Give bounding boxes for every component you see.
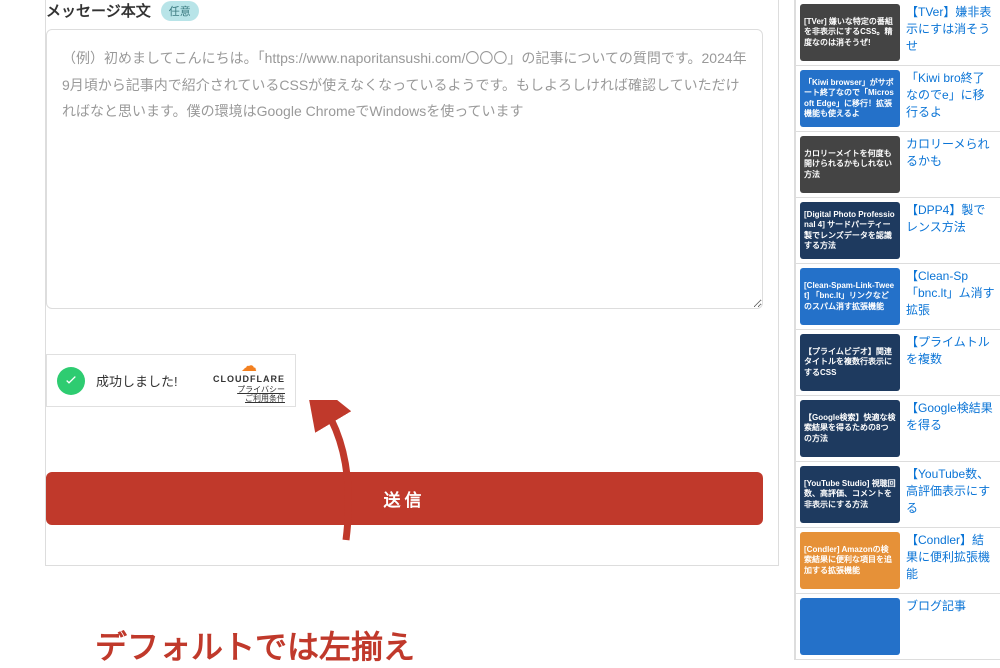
sidebar-thumbnail: 【プライムビデオ】関連タイトルを複数行表示にするCSS: [800, 334, 900, 391]
thumbnail-text: [Condler] Amazonの検索結果に便利な項目を追加する拡張機能: [804, 545, 896, 576]
thumbnail-text: 【Google検索】快適な検索結果を得るための8つの方法: [804, 413, 896, 444]
sidebar-thumbnail: カロリーメイトを何度も開けられるかもしれない方法: [800, 136, 900, 193]
sidebar-link-text[interactable]: 【TVer】嫌非表示にすは消そうせ: [906, 4, 996, 61]
sidebar-item[interactable]: [Digital Photo Professional 4] サードパーティー製…: [796, 198, 1000, 264]
sidebar-item[interactable]: [Condler] Amazonの検索結果に便利な項目を追加する拡張機能【Con…: [796, 528, 1000, 594]
sidebar-item[interactable]: 【プライムビデオ】関連タイトルを複数行表示にするCSS 【プライムトルを複数: [796, 330, 1000, 396]
cloudflare-success-text: 成功しました!: [96, 371, 178, 390]
sidebar-link-text[interactable]: 【Condler】結果に便利拡張機能: [906, 532, 996, 589]
sidebar-thumbnail: [YouTube Studio] 視聴回数、高評価、コメントを非表示にする方法: [800, 466, 900, 523]
thumbnail-text: 「Kiwi browser」がサポート終了なので「Microsoft Edge」…: [804, 78, 896, 120]
sidebar-thumbnail: [800, 598, 900, 655]
thumbnail-text: 【プライムビデオ】関連タイトルを複数行表示にするCSS: [804, 347, 896, 378]
sidebar-item[interactable]: カロリーメイトを何度も開けられるかもしれない方法カロリーメられるかも: [796, 132, 1000, 198]
sidebar-thumbnail: 「Kiwi browser」がサポート終了なので「Microsoft Edge」…: [800, 70, 900, 127]
message-body-textarea[interactable]: [46, 29, 763, 309]
sidebar-link-text[interactable]: 【Google検結果を得る: [906, 400, 996, 457]
sidebar-thumbnail: [Digital Photo Professional 4] サードパーティー製…: [800, 202, 900, 259]
submit-button[interactable]: 送信: [46, 472, 763, 525]
optional-badge: 任意: [161, 1, 199, 21]
sidebar-link-text[interactable]: カロリーメられるかも: [906, 136, 996, 193]
sidebar-item[interactable]: [TVer] 嫌いな特定の番組を非表示にするCSS。精度なのは消そうぜ! 【TVe…: [796, 0, 1000, 66]
sidebar-link-text[interactable]: 【DPP4】製でレンス方法: [906, 202, 996, 259]
sidebar-thumbnail: 【Google検索】快適な検索結果を得るための8つの方法: [800, 400, 900, 457]
cloudflare-logo-text: CLOUDFLARE: [213, 374, 285, 385]
thumbnail-text: [Clean-Spam-Link-Tweet] 「bnc.lt」リンクなどのスパ…: [804, 281, 896, 312]
thumbnail-text: [TVer] 嫌いな特定の番組を非表示にするCSS。精度なのは消そうぜ!: [804, 17, 896, 48]
sidebar-item[interactable]: 【Google検索】快適な検索結果を得るための8つの方法【Google検結果を得…: [796, 396, 1000, 462]
sidebar-item[interactable]: 「Kiwi browser」がサポート終了なので「Microsoft Edge」…: [796, 66, 1000, 132]
sidebar-link-text[interactable]: 【プライムトルを複数: [906, 334, 996, 391]
success-check-icon: [57, 367, 85, 395]
annotation-text: デフォルトでは左揃え: [95, 622, 415, 668]
form-label-text: メッセージ本文: [46, 0, 151, 21]
sidebar-thumbnail: [Clean-Spam-Link-Tweet] 「bnc.lt」リンクなどのスパ…: [800, 268, 900, 325]
sidebar-link-text[interactable]: 【Clean-Sp「bnc.lt」ム消す拡張: [906, 268, 996, 325]
sidebar-link-text[interactable]: ブログ記事: [906, 598, 966, 655]
sidebar-item[interactable]: [Clean-Spam-Link-Tweet] 「bnc.lt」リンクなどのスパ…: [796, 264, 1000, 330]
sidebar-link-text[interactable]: 【YouTube数、高評価表示にする: [906, 466, 996, 523]
sidebar-item[interactable]: [YouTube Studio] 視聴回数、高評価、コメントを非表示にする方法【…: [796, 462, 1000, 528]
cloudflare-turnstile-widget: 成功しました! ☁ CLOUDFLARE プライバシー ご利用条件: [46, 354, 296, 407]
sidebar-link-text[interactable]: 「Kiwi bro終了なのでe」に移行るよ: [906, 70, 996, 127]
sidebar-related-posts: [TVer] 嫌いな特定の番組を非表示にするCSS。精度なのは消そうぜ! 【TVe…: [795, 0, 1000, 660]
thumbnail-text: [YouTube Studio] 視聴回数、高評価、コメントを非表示にする方法: [804, 479, 896, 510]
message-body-label: メッセージ本文 任意: [46, 0, 763, 21]
sidebar-thumbnail: [Condler] Amazonの検索結果に便利な項目を追加する拡張機能: [800, 532, 900, 589]
sidebar-item[interactable]: ブログ記事: [796, 594, 1000, 660]
thumbnail-text: カロリーメイトを何度も開けられるかもしれない方法: [804, 149, 896, 180]
thumbnail-text: [Digital Photo Professional 4] サードパーティー製…: [804, 210, 896, 252]
cloudflare-terms-link[interactable]: ご利用条件: [213, 394, 285, 404]
sidebar-thumbnail: [TVer] 嫌いな特定の番組を非表示にするCSS。精度なのは消そうぜ!: [800, 4, 900, 61]
